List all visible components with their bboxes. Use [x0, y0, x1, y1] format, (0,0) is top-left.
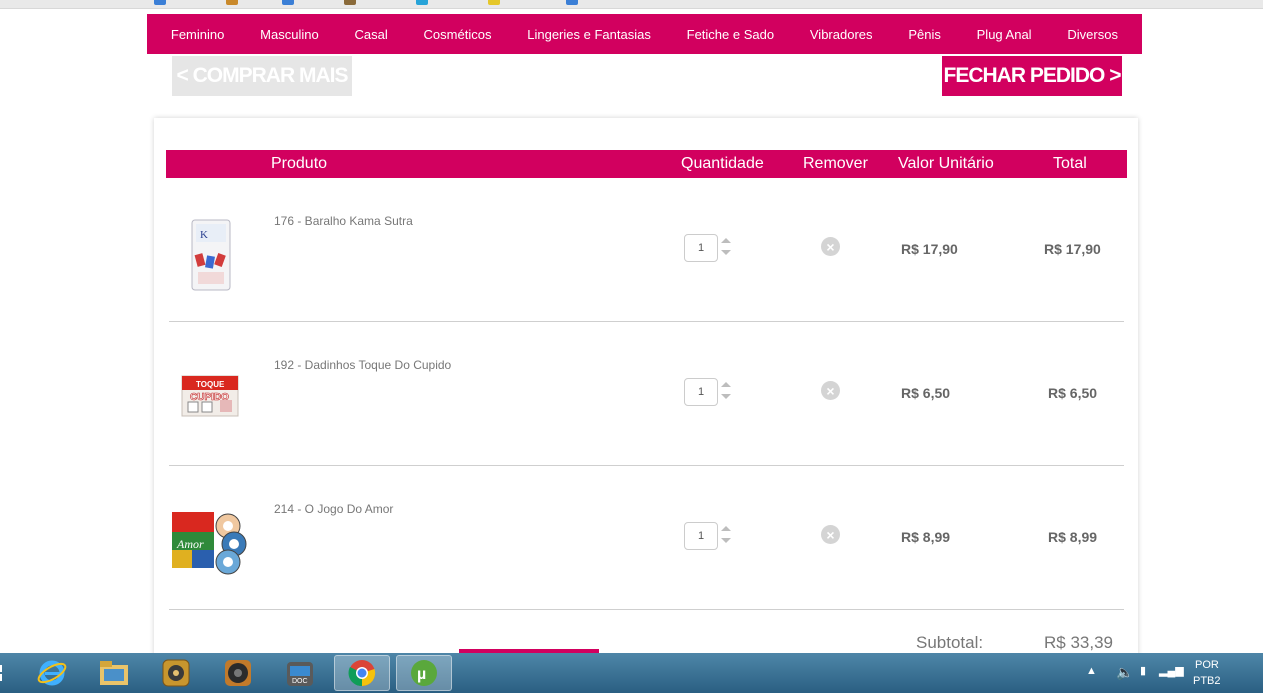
tray-arrow-icon[interactable]: ▲ — [1086, 665, 1097, 677]
utorrent-icon[interactable]: µ — [396, 655, 452, 691]
header-unit-price: Valor Unitário — [898, 155, 994, 172]
product-image[interactable]: K — [170, 214, 250, 294]
quantity-stepper[interactable] — [721, 380, 731, 400]
line-total: R$ 17,90 — [1044, 241, 1101, 257]
row-divider — [169, 321, 1124, 322]
remove-icon[interactable]: × — [821, 237, 840, 256]
product-image[interactable]: Amor — [170, 502, 250, 582]
nav-item-penis[interactable]: Pênis — [908, 27, 941, 42]
subtotal-label: Subtotal: — [916, 633, 984, 652]
subtotal-value: R$ 33,39 — [1044, 633, 1113, 652]
remove-icon[interactable]: × — [821, 525, 840, 544]
category-nav: Feminino Masculino Casal Cosméticos Ling… — [147, 14, 1142, 54]
unit-price: R$ 8,99 — [901, 529, 951, 545]
volume-icon[interactable]: 🔈 — [1116, 664, 1133, 681]
nav-item-plug-anal[interactable]: Plug Anal — [977, 27, 1032, 42]
cart-row: TOQUE CUPIDO 192 - Dadinhos Toque Do Cup… — [166, 324, 1127, 464]
start-icon[interactable] — [0, 655, 22, 691]
product-image[interactable]: TOQUE CUPIDO — [170, 356, 250, 436]
nav-item-fetiche[interactable]: Fetiche e Sado — [687, 27, 774, 42]
internet-explorer-icon[interactable] — [24, 655, 80, 691]
line-total: R$ 8,99 — [1048, 529, 1098, 545]
media-app-icon[interactable] — [148, 655, 204, 691]
product-name[interactable]: 192 - Dadinhos Toque Do Cupido — [274, 358, 451, 372]
cart-table-header: Produto Quantidade Remover Valor Unitári… — [166, 150, 1127, 178]
line-total: R$ 6,50 — [1048, 385, 1098, 401]
product-name[interactable]: 214 - O Jogo Do Amor — [274, 502, 393, 516]
cart-row: K 176 - Baralho Kama Sutra 1 × R$ 17,90 … — [166, 180, 1127, 320]
nav-item-cosmeticos[interactable]: Cosméticos — [424, 27, 492, 42]
nav-item-lingeries[interactable]: Lingeries e Fantasias — [527, 27, 651, 42]
product-name[interactable]: 176 - Baralho Kama Sutra — [274, 214, 413, 228]
nav-item-vibradores[interactable]: Vibradores — [810, 27, 873, 42]
chrome-icon[interactable] — [334, 655, 390, 691]
file-explorer-icon[interactable] — [86, 655, 142, 691]
speaker-app-icon[interactable] — [210, 655, 266, 691]
unit-price: R$ 17,90 — [901, 241, 958, 257]
taskbar: DOC µ ▲ 🔈 ▮ ▂▄▆ POR PTB2 — [0, 653, 1263, 693]
keyboard-layout-indicator[interactable]: PTB2 — [1193, 675, 1221, 687]
header-total: Total — [1053, 155, 1087, 172]
row-divider — [169, 465, 1124, 466]
quantity-input[interactable]: 1 — [684, 522, 718, 550]
bookmarks-bar — [0, 0, 1263, 9]
svg-text:µ: µ — [417, 666, 426, 683]
document-app-icon[interactable]: DOC — [272, 655, 328, 691]
system-tray: ▲ 🔈 ▮ ▂▄▆ POR PTB2 — [1086, 653, 1263, 693]
quantity-input[interactable]: 1 — [684, 378, 718, 406]
header-product: Produto — [271, 155, 328, 172]
continue-shopping-button[interactable]: < COMPRAR MAIS — [172, 56, 352, 96]
remove-icon[interactable]: × — [821, 381, 840, 400]
svg-text:Amor: Amor — [176, 537, 204, 551]
battery-icon[interactable]: ▮ — [1140, 664, 1146, 677]
quantity-input[interactable]: 1 — [684, 234, 718, 262]
header-quantity: Quantidade — [681, 155, 764, 172]
quantity-stepper[interactable] — [721, 524, 731, 544]
svg-text:TOQUE: TOQUE — [196, 380, 225, 389]
svg-text:K: K — [200, 229, 208, 241]
signal-icon[interactable]: ▂▄▆ — [1159, 664, 1184, 677]
language-indicator[interactable]: POR — [1195, 659, 1219, 671]
unit-price: R$ 6,50 — [901, 385, 951, 401]
nav-item-casal[interactable]: Casal — [354, 27, 387, 42]
nav-item-diversos[interactable]: Diversos — [1067, 27, 1118, 42]
header-remove: Remover — [803, 155, 868, 172]
checkout-button[interactable]: FECHAR PEDIDO > — [942, 56, 1122, 96]
quantity-stepper[interactable] — [721, 236, 731, 256]
svg-text:DOC: DOC — [292, 678, 308, 685]
nav-item-feminino[interactable]: Feminino — [171, 27, 224, 42]
row-divider — [169, 609, 1124, 610]
nav-item-masculino[interactable]: Masculino — [260, 27, 319, 42]
cart-row: Amor 214 - O Jogo Do Amor 1 × R$ 8,99 R$… — [166, 468, 1127, 608]
